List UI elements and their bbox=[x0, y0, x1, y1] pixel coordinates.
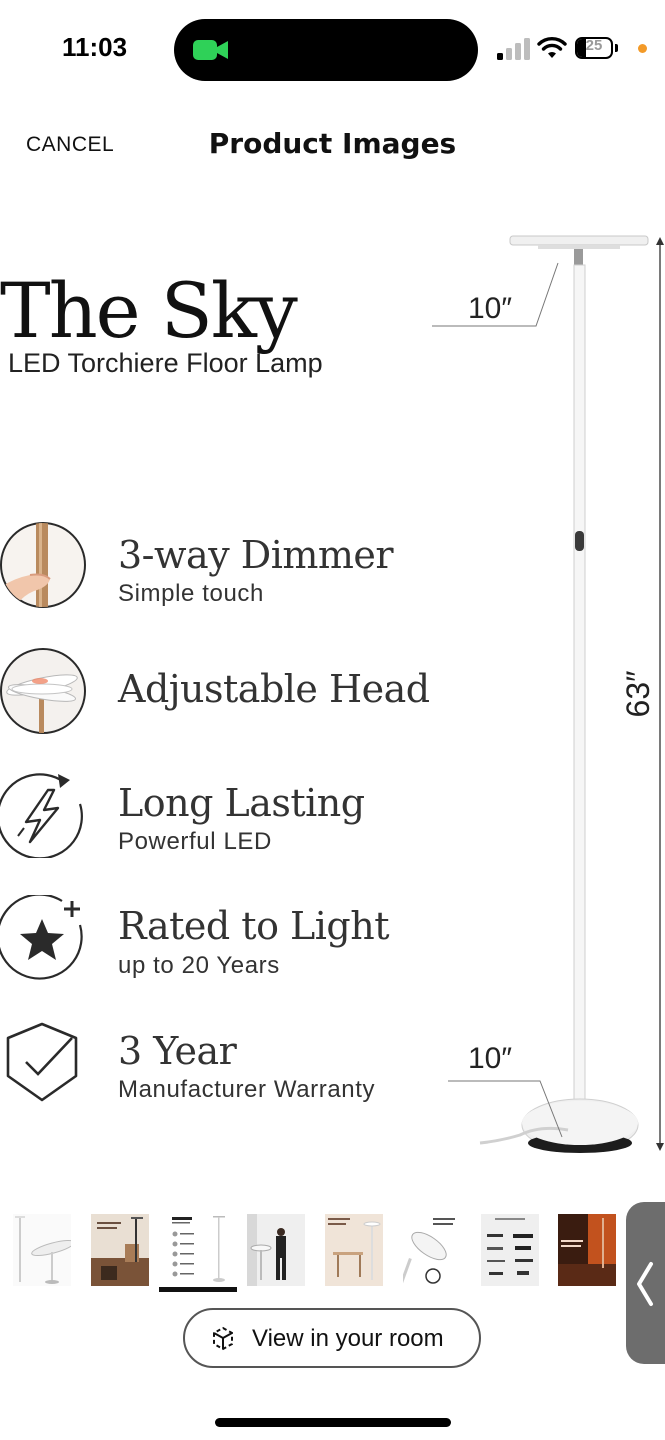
feature-subtitle: Manufacturer Warranty bbox=[118, 1076, 376, 1103]
cellular-signal-icon bbox=[497, 38, 530, 60]
feature-subtitle: up to 20 Years bbox=[118, 952, 280, 979]
thumbnail-lamp-white[interactable] bbox=[13, 1214, 71, 1286]
base-width-label: 10″ bbox=[468, 1042, 512, 1075]
adjustable-head-icon bbox=[0, 648, 86, 734]
thumbnail-embrace-simplicity[interactable] bbox=[403, 1214, 461, 1286]
product-brand-title: The Sky bbox=[0, 266, 298, 355]
height-label: 63″ bbox=[620, 670, 656, 718]
lightning-bolt-icon bbox=[0, 773, 83, 858]
view-in-your-room-button[interactable]: View in your room bbox=[183, 1308, 481, 1368]
thumbnail-sophisticated-serenity[interactable] bbox=[325, 1214, 383, 1286]
camera-indicator-icon bbox=[193, 40, 228, 60]
battery-indicator: 25 bbox=[575, 37, 619, 61]
feature-title: 3 Year bbox=[118, 1029, 237, 1073]
chevron-left-icon bbox=[637, 1262, 653, 1306]
feature-subtitle: Powerful LED bbox=[118, 828, 272, 855]
ar-cube-icon bbox=[213, 1326, 233, 1351]
feature-subtitle: Simple touch bbox=[118, 580, 264, 607]
feature-title: Adjustable Head bbox=[118, 667, 430, 711]
thumbnail-luminous-elegance[interactable] bbox=[91, 1214, 149, 1286]
star-plus-icon bbox=[0, 895, 83, 980]
battery-percent: 25 bbox=[585, 37, 603, 54]
view-in-your-room-label: View in your room bbox=[252, 1325, 444, 1352]
thumbnail-the-sky-features[interactable] bbox=[169, 1214, 227, 1286]
shield-check-icon bbox=[6, 1022, 78, 1102]
privacy-indicator-dot bbox=[638, 44, 647, 53]
feature-title: 3-way Dimmer bbox=[118, 533, 394, 577]
selected-thumbnail-indicator bbox=[159, 1287, 237, 1292]
side-drawer-tab[interactable] bbox=[626, 1202, 665, 1364]
touch-dimmer-icon bbox=[0, 522, 86, 608]
status-time: 11:03 bbox=[62, 32, 128, 62]
thumbnail-press-logos[interactable] bbox=[481, 1214, 539, 1286]
product-subtitle: LED Torchiere Floor Lamp bbox=[8, 348, 323, 378]
thumbnail-person-with-lamp[interactable] bbox=[247, 1214, 305, 1286]
wifi-icon bbox=[537, 37, 567, 58]
page-title: Product Images bbox=[208, 127, 457, 160]
thumbnail-effortless-elegance[interactable] bbox=[558, 1214, 616, 1286]
head-width-label: 10″ bbox=[468, 292, 512, 325]
feature-title: Rated to Light bbox=[118, 904, 390, 948]
feature-title: Long Lasting bbox=[118, 781, 365, 825]
home-indicator[interactable] bbox=[215, 1418, 451, 1427]
